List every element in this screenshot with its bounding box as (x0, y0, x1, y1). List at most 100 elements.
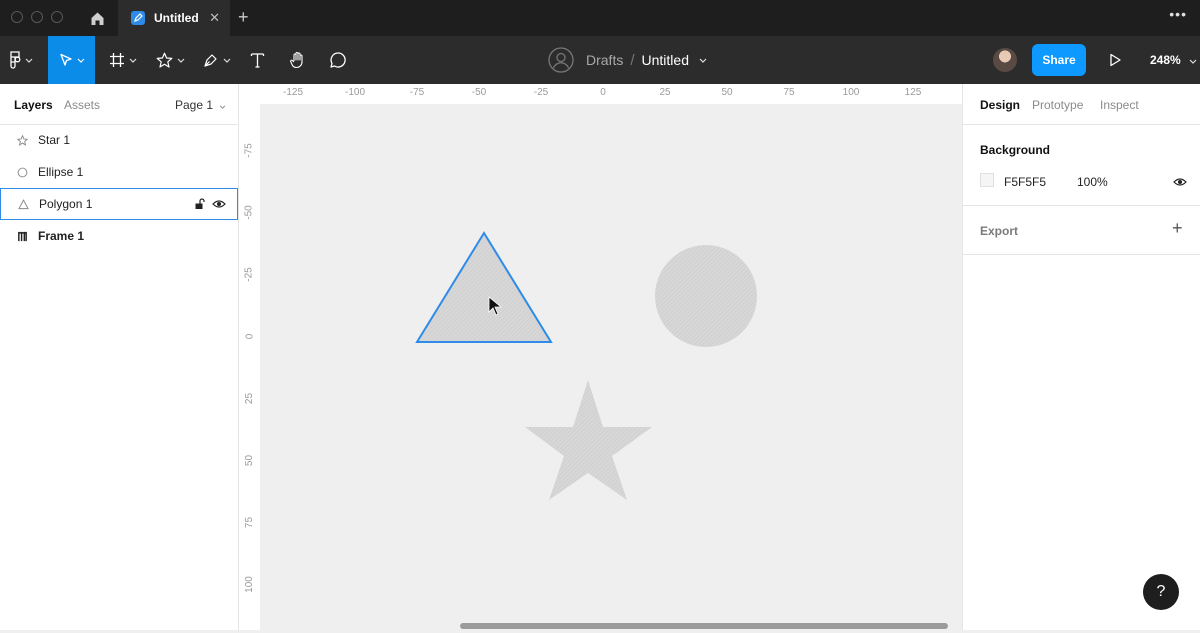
star-icon (15, 134, 29, 146)
layer-row-ellipse[interactable]: Ellipse 1 (0, 156, 238, 188)
layer-name: Ellipse 1 (38, 165, 84, 179)
horizontal-scrollbar[interactable] (460, 623, 948, 629)
layer-name: Frame 1 (38, 229, 85, 243)
file-name-button[interactable]: Untitled (642, 52, 689, 68)
chevron-down-icon[interactable] (699, 58, 707, 63)
ruler-tick-label: 100 (842, 87, 860, 98)
visibility-eye-icon[interactable] (212, 199, 226, 209)
unlock-icon[interactable] (194, 198, 205, 210)
new-tab-button[interactable]: + (238, 8, 249, 26)
ellipse-icon (15, 167, 29, 178)
ruler-tick-label: 25 (244, 392, 255, 404)
text-tool-button[interactable] (250, 36, 265, 84)
ruler-tick-label: -125 (282, 87, 304, 98)
hand-tool-button[interactable] (289, 36, 307, 84)
home-button[interactable] (78, 0, 116, 36)
shape-tool-button[interactable] (156, 36, 185, 84)
tab-assets[interactable]: Assets (64, 98, 100, 112)
background-title: Background (980, 143, 1051, 157)
ruler-tick-label: 0 (244, 333, 255, 339)
move-tool-button[interactable] (48, 36, 95, 84)
horizontal-ruler: -125 -100 -75 -50 -25 0 25 50 75 100 125 (260, 84, 962, 105)
tab-layers[interactable]: Layers (14, 98, 53, 112)
layer-name: Star 1 (38, 133, 71, 147)
page-selector[interactable]: Page 1 (175, 98, 226, 112)
comment-icon (330, 52, 346, 68)
figma-file-icon (131, 11, 145, 25)
add-export-button[interactable]: + (1172, 219, 1183, 237)
ruler-tick-label: 25 (659, 87, 671, 98)
present-play-icon[interactable] (1108, 52, 1122, 68)
star-icon (156, 52, 173, 68)
ruler-tick-label: 100 (244, 575, 255, 593)
tab-prototype[interactable]: Prototype (1032, 98, 1083, 112)
ruler-tick-label: -75 (243, 142, 255, 158)
layer-row-star[interactable]: Star 1 (0, 124, 238, 156)
figma-logo-icon (10, 51, 21, 69)
ruler-tick: 0 (239, 326, 260, 346)
ruler-tick-label: 50 (721, 87, 733, 98)
ruler-tick: 100 (239, 574, 260, 594)
frame-tool-button[interactable] (109, 36, 137, 84)
background-hex-input[interactable]: F5F5F5 (1004, 175, 1046, 189)
close-window-button[interactable] (11, 11, 23, 23)
breadcrumb-separator: / (630, 51, 635, 69)
comment-tool-button[interactable] (329, 36, 347, 84)
chevron-down-icon (220, 105, 226, 109)
zoom-dropdown[interactable]: 248% (1150, 53, 1197, 67)
close-tab-icon[interactable]: ✕ (209, 10, 220, 26)
background-color-swatch[interactable] (980, 173, 994, 187)
chevron-down-icon (223, 58, 231, 63)
visibility-eye-icon[interactable] (1173, 177, 1187, 187)
file-tab[interactable]: Untitled ✕ (118, 0, 230, 36)
ruler-tick-label: -100 (344, 87, 366, 98)
share-button[interactable]: Share (1032, 44, 1086, 76)
home-icon (91, 12, 103, 25)
background-opacity-input[interactable]: 100% (1077, 175, 1108, 189)
text-icon (250, 53, 265, 68)
chevron-down-icon (25, 58, 33, 63)
layer-name: Polygon 1 (39, 197, 93, 211)
hand-icon (290, 51, 303, 69)
ruler-tick-label: 0 (600, 87, 606, 98)
ruler-tick: 25 (239, 388, 260, 408)
main-menu-button[interactable] (9, 36, 33, 84)
properties-panel: Design Prototype Inspect Background F5F5… (962, 84, 1200, 630)
design-canvas[interactable] (260, 104, 962, 630)
ruler-tick: 50 (239, 450, 260, 470)
more-options-icon[interactable]: ••• (1169, 6, 1187, 22)
ruler-tick-label: -25 (533, 87, 549, 98)
export-section: Export + (963, 206, 1200, 255)
zoom-level: 248% (1150, 53, 1181, 67)
layers-panel: Layers Assets Page 1 Star 1 Ellipse 1 Po… (0, 84, 239, 630)
layer-row-frame[interactable]: Frame 1 (0, 220, 238, 252)
cursor-icon (59, 53, 72, 66)
ruler-tick-label: 125 (904, 87, 922, 98)
star-shape[interactable] (525, 380, 652, 500)
ruler-tick-label: -50 (243, 204, 255, 220)
tab-title: Untitled (154, 11, 199, 25)
tab-inspect[interactable]: Inspect (1100, 98, 1139, 112)
chevron-down-icon (1189, 59, 1197, 64)
chevron-down-icon (77, 58, 84, 63)
ruler-tick-label: 75 (244, 516, 255, 528)
polygon-shape[interactable] (415, 231, 553, 343)
zoom-window-button[interactable] (51, 11, 63, 23)
layer-row-polygon[interactable]: Polygon 1 (0, 188, 238, 220)
minimize-window-button[interactable] (31, 11, 43, 23)
drafts-link[interactable]: Drafts (586, 52, 623, 68)
ellipse-shape[interactable] (655, 245, 757, 347)
toolbar: Drafts / Untitled (0, 36, 1200, 84)
right-panel-tabs: Design Prototype Inspect (963, 84, 1200, 125)
title-bar: Untitled ✕ + ••• (0, 0, 1200, 36)
ruler-tick-label: 50 (244, 454, 255, 466)
ruler-tick-label: -25 (243, 266, 255, 282)
ruler-tick: -75 (239, 140, 260, 160)
user-avatar[interactable] (993, 48, 1017, 72)
tab-design[interactable]: Design (980, 98, 1020, 112)
triangle-icon (16, 198, 30, 210)
vertical-ruler: -75 -50 -25 0 25 50 75 100 (239, 104, 261, 630)
pen-tool-button[interactable] (203, 36, 231, 84)
left-panel-tabs: Layers Assets Page 1 (0, 84, 238, 125)
help-button[interactable]: ? (1143, 574, 1179, 610)
